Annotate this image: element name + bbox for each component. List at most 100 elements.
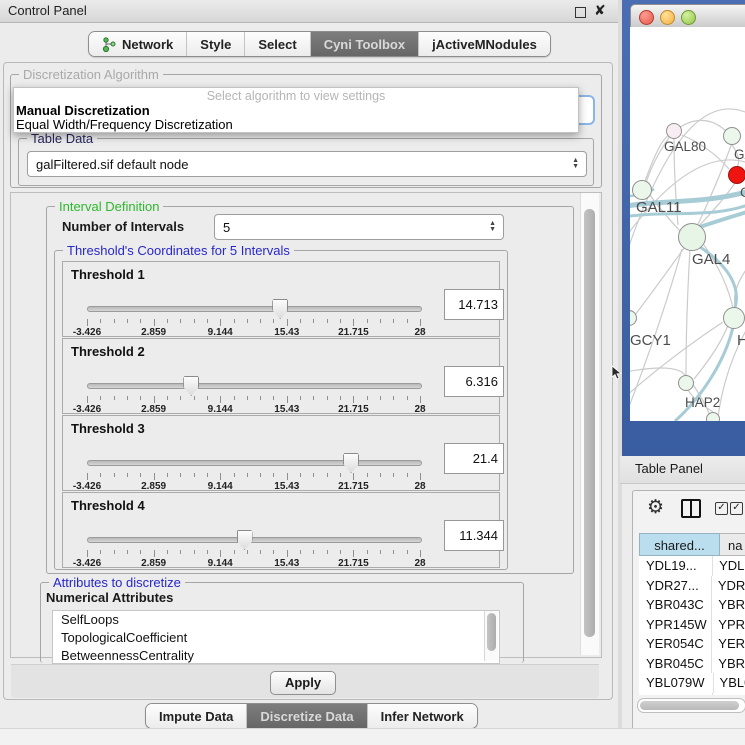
table-row[interactable]: YBR045CYBR0: [639, 654, 745, 674]
scale-label: 21.715: [338, 327, 369, 338]
tab-style-label: Style: [200, 37, 231, 52]
threshold-3-slider[interactable]: [87, 452, 420, 472]
minimize-traffic-light[interactable]: [660, 10, 675, 25]
scale-label: 15.43: [274, 404, 299, 415]
table-data-group-title: Table Data: [27, 131, 97, 146]
tab-cyni-toolbox-label: Cyni Toolbox: [324, 37, 405, 52]
tab-network[interactable]: Network: [89, 32, 186, 56]
tab-impute-data-label: Impute Data: [159, 709, 233, 724]
list-item[interactable]: TopologicalCoefficient: [53, 629, 499, 647]
table-row[interactable]: YDR27...YDR2: [639, 576, 745, 596]
combo-spinner-icon: ▲▼: [489, 221, 496, 233]
list-item[interactable]: BetweennessCentrality: [53, 647, 499, 664]
cell: YBL0: [713, 673, 745, 693]
numerical-attributes-list[interactable]: SelfLoops TopologicalCoefficient Between…: [52, 610, 500, 664]
network-node-selected[interactable]: [728, 166, 745, 184]
cell: YBR043C: [639, 595, 711, 615]
table-row[interactable]: YLR345WYLR3: [639, 693, 745, 696]
settings-vertical-scrollbar[interactable]: [580, 193, 599, 655]
column-header-name[interactable]: na: [720, 533, 745, 556]
split-view-icon[interactable]: [681, 499, 701, 518]
table-row[interactable]: YDL19...YDL1: [639, 556, 745, 576]
threshold-3-value-field[interactable]: 21.4: [444, 443, 504, 474]
attributes-list-scrollbar[interactable]: [484, 611, 498, 661]
slider-track: [87, 460, 422, 466]
threshold-2-slider[interactable]: [87, 375, 420, 395]
close-icon[interactable]: ✘: [594, 2, 606, 19]
tab-jactivemnodules[interactable]: jActiveMNodules: [418, 32, 550, 56]
slider-track: [87, 537, 422, 543]
network-node[interactable]: [666, 123, 682, 139]
bottom-tabbar: Impute Data Discretize Data Infer Networ…: [145, 703, 478, 729]
apply-button[interactable]: Apply: [270, 671, 336, 695]
table-row[interactable]: YBR043CYBR0: [639, 595, 745, 615]
tab-style[interactable]: Style: [186, 32, 244, 56]
control-panel-tabbar: Network Style Select Cyni Toolbox jActiv…: [88, 31, 551, 57]
tab-discretize-data[interactable]: Discretize Data: [246, 704, 366, 728]
table-row[interactable]: YBL079WYBL0: [639, 673, 745, 693]
tab-select[interactable]: Select: [244, 32, 309, 56]
tab-impute-data[interactable]: Impute Data: [146, 704, 246, 728]
scale-label: 9.144: [208, 558, 233, 569]
network-node[interactable]: [723, 127, 741, 145]
network-view-canvas[interactable]: GAL80 GA C GAL11 GAL4 GCY1 H HAP2: [630, 27, 745, 421]
threshold-3-label: Threshold 3: [71, 421, 145, 436]
column-header-shared[interactable]: shared...: [639, 533, 720, 556]
zoom-traffic-light[interactable]: [681, 10, 696, 25]
network-node[interactable]: [678, 375, 694, 391]
threshold-4-slider[interactable]: [87, 529, 420, 549]
network-node[interactable]: [723, 307, 745, 329]
algorithm-option-equal-width[interactable]: Equal Width/Frequency Discretization: [16, 117, 233, 132]
threshold-3-slider-thumb[interactable]: [343, 453, 359, 473]
threshold-1-slider[interactable]: [87, 298, 420, 318]
scale-label: 2.859: [141, 327, 166, 338]
discretization-algorithm-group-title: Discretization Algorithm: [19, 67, 163, 82]
table-horizontal-scrollbar[interactable]: [637, 698, 745, 713]
attributes-group-title: Attributes to discretize: [49, 575, 185, 590]
algorithm-option-manual[interactable]: Manual Discretization: [16, 103, 150, 118]
threshold-4-slider-thumb[interactable]: [237, 530, 253, 550]
threshold-2-slider-thumb[interactable]: [183, 376, 199, 396]
threshold-1-slider-thumb[interactable]: [272, 299, 288, 319]
attributes-list-scrollbar-thumb[interactable]: [487, 613, 496, 651]
network-node[interactable]: [632, 180, 652, 200]
scale-label: 15.43: [274, 558, 299, 569]
node-label: GCY1: [630, 332, 671, 349]
checked-checkbox-icon[interactable]: ✓: [715, 502, 728, 515]
mouse-cursor: [611, 365, 622, 383]
cell: YDR27...: [639, 576, 711, 596]
table-scrollbar-thumb[interactable]: [640, 701, 739, 710]
status-strip: [0, 728, 745, 745]
node-label: H: [737, 332, 745, 349]
tab-cyni-toolbox[interactable]: Cyni Toolbox: [310, 32, 418, 56]
slider-ticks: [87, 396, 420, 404]
tab-infer-network[interactable]: Infer Network: [367, 704, 477, 728]
cell: YER0: [711, 634, 745, 654]
table-row[interactable]: YPR145WYPR1: [639, 615, 745, 635]
settings-scrollbar-thumb[interactable]: [584, 209, 595, 637]
numerical-attributes-label: Numerical Attributes: [46, 590, 173, 605]
table-panel-body: ⚙ ✓ ✓ shared... na YDL19...YDL1 YDR27...…: [632, 490, 745, 730]
threshold-2-value-field[interactable]: 6.316: [444, 366, 504, 397]
table-data-combobox[interactable]: galFiltered.sif default node ▲▼: [27, 151, 587, 177]
checked-checkbox-icon[interactable]: ✓: [730, 502, 743, 515]
threshold-1-value-field[interactable]: 14.713: [444, 289, 504, 320]
network-icon: [102, 37, 117, 52]
threshold-4-value-field[interactable]: 11.344: [444, 520, 504, 551]
slider-ticks: [87, 550, 420, 558]
network-node[interactable]: [678, 223, 706, 251]
list-item[interactable]: SelfLoops: [53, 611, 499, 629]
float-window-icon[interactable]: [575, 7, 586, 18]
threshold-2-panel: Threshold 2 -3.426 2.859 9.144 15.43 21.…: [62, 338, 500, 414]
table-row[interactable]: YER054CYER0: [639, 634, 745, 654]
network-window-titlebar[interactable]: [630, 4, 745, 29]
slider-scale: -3.426 2.859 9.144 15.43 21.715 28: [87, 327, 420, 337]
scale-label: 21.715: [338, 404, 369, 415]
slider-track: [87, 383, 422, 389]
gear-icon[interactable]: ⚙: [647, 496, 664, 519]
network-node[interactable]: [706, 412, 720, 421]
scale-label: 28: [414, 481, 425, 492]
num-intervals-combobox[interactable]: 5 ▲▼: [214, 214, 504, 240]
combo-spinner-icon: ▲▼: [572, 158, 579, 170]
close-traffic-light[interactable]: [639, 10, 654, 25]
